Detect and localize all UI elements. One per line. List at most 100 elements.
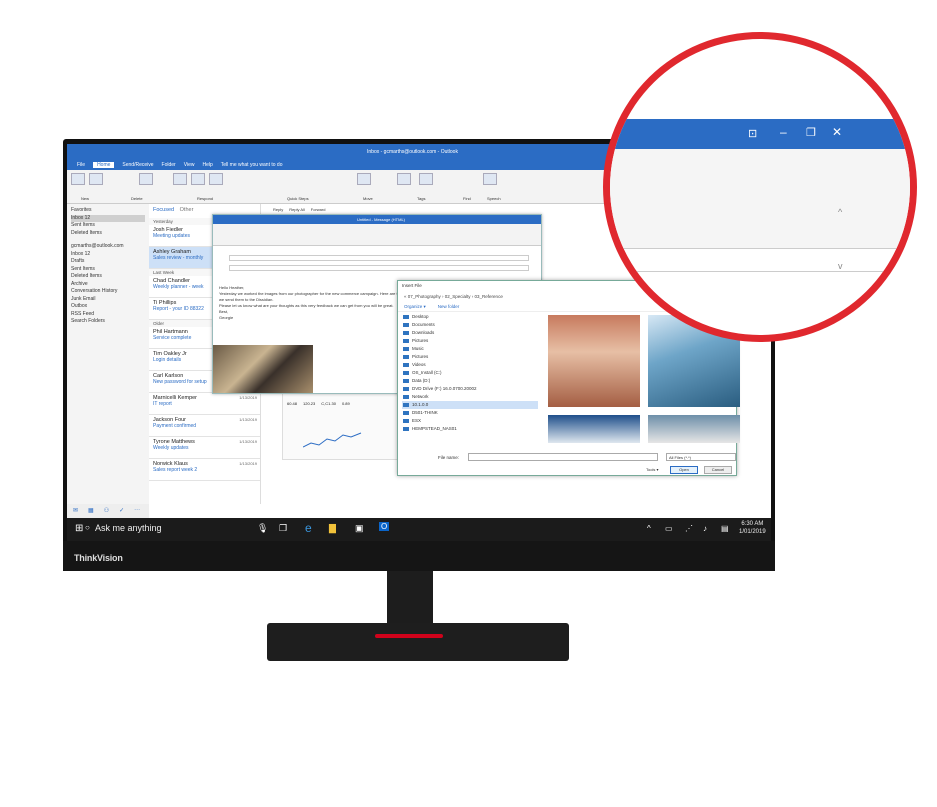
network-icon[interactable]: ⋰ [685, 524, 693, 533]
edge-icon[interactable]: e [305, 521, 312, 535]
tray-arrow-icon[interactable]: ^ [647, 524, 651, 533]
folder-item[interactable]: Drafts [71, 258, 145, 266]
list-item[interactable]: Jackson Four Payment confirmed 1/13/2019 [149, 415, 260, 437]
brand-logo: ThinkVision [74, 553, 123, 563]
folder-item[interactable]: Sent Items [71, 266, 145, 274]
folder-item[interactable]: Conversation History [71, 288, 145, 296]
tree-item[interactable]: Desktop [402, 313, 538, 321]
reply-button[interactable] [173, 173, 187, 185]
folder-item[interactable]: Inbox 12 [71, 214, 145, 222]
store-icon[interactable]: ▣ [355, 523, 364, 534]
tab-home[interactable]: Home [93, 162, 115, 168]
new-folder-button[interactable]: New folder [438, 304, 460, 310]
navigation-tree: Desktop Documents Downloads Pictures Mus… [402, 313, 538, 443]
stand-light-strip [375, 634, 443, 638]
tab-other[interactable]: Other [180, 207, 194, 213]
categorize-button[interactable] [419, 173, 433, 185]
forward-button[interactable] [209, 173, 223, 185]
tree-item[interactable]: OS_Install (C:) [402, 369, 538, 377]
folder-item[interactable]: Outbox [71, 303, 145, 311]
tree-item[interactable]: Network [402, 393, 538, 401]
volume-icon[interactable]: ♪ [703, 524, 707, 533]
folder-item[interactable]: Archive [71, 281, 145, 289]
folder-item[interactable]: Inbox 12 [71, 251, 145, 259]
restore-icon[interactable]: ❐ [806, 126, 816, 139]
collapse-ribbon-icon[interactable]: ^ [838, 207, 842, 217]
unread-button[interactable] [397, 173, 411, 185]
tab-file[interactable]: File [77, 162, 85, 168]
tree-item[interactable]: Pictures [402, 353, 538, 361]
clock[interactable]: 6:30 AM 1/01/2019 [739, 520, 766, 536]
to-field[interactable] [229, 255, 529, 261]
open-button[interactable]: Open [670, 466, 698, 474]
subject-field[interactable] [229, 265, 529, 271]
tell-me-search[interactable]: Tell me what you want to do [221, 162, 283, 168]
sheet-line-chart [303, 432, 362, 448]
tree-item[interactable]: HEMPSTEAD_NAS01 [402, 425, 538, 433]
cortana-icon[interactable]: ○ [85, 523, 90, 532]
outlook-icon[interactable]: O [379, 522, 390, 531]
subject: Sales report week 2 [153, 467, 198, 473]
new-items-button[interactable] [89, 173, 103, 185]
folder-item[interactable]: Sent Items [71, 222, 145, 230]
reply-action[interactable]: Reply [273, 207, 283, 212]
folder-item[interactable]: Deleted Items [71, 273, 145, 281]
read-aloud-button[interactable] [483, 173, 497, 185]
mail-icon[interactable]: ✉ [73, 507, 78, 515]
microphone-icon[interactable]: 🎙 [257, 523, 268, 534]
minimize-icon[interactable]: – [780, 125, 787, 139]
folder-item[interactable]: Search Folders [71, 318, 145, 326]
tree-item[interactable]: ESX [402, 417, 538, 425]
tree-item[interactable]: D501-THINK [402, 409, 538, 417]
tab-view[interactable]: View [184, 162, 195, 168]
tree-item[interactable]: Documents [402, 321, 538, 329]
new-email-button[interactable] [71, 173, 85, 185]
reply-all-action[interactable]: Reply All [289, 207, 305, 212]
tab-focused[interactable]: Focused [153, 207, 174, 213]
tree-item[interactable]: Pictures [402, 337, 538, 345]
calendar-icon[interactable]: ▦ [88, 507, 94, 515]
tree-item[interactable]: DVD Drive (F:) 16.0.0700.20002 [402, 385, 538, 393]
task-view-icon[interactable]: ❐ [279, 523, 287, 534]
delete-button[interactable] [139, 173, 153, 185]
folder-item[interactable]: Deleted Items [71, 230, 145, 238]
folder-item[interactable]: Junk Email [71, 296, 145, 304]
folder-item[interactable]: Favorites [71, 207, 145, 215]
tree-item[interactable]: Data (D:) [402, 377, 538, 385]
tree-item[interactable]: Videos [402, 361, 538, 369]
list-item[interactable]: Norwick Klaus Sales report week 2 1/13/201… [149, 459, 260, 481]
tab-folder[interactable]: Folder [162, 162, 176, 168]
battery-icon[interactable]: ▭ [665, 524, 673, 533]
expand-icon[interactable]: v [838, 261, 843, 271]
forward-action[interactable]: Forward [311, 207, 326, 212]
image-thumbnail[interactable] [548, 415, 640, 443]
tree-item[interactable]: 10.1.0.0 [402, 401, 538, 409]
more-icon[interactable]: ··· [134, 507, 140, 515]
tasks-icon[interactable]: ✓ [119, 507, 124, 515]
search-box[interactable]: Ask me anything [95, 523, 162, 533]
organize-button[interactable]: Organize ▾ [404, 304, 426, 310]
list-item[interactable]: Marnicelli Kemper IT report 1/13/2019 [149, 393, 260, 415]
image-thumbnail[interactable] [548, 315, 640, 407]
tree-item[interactable]: Music [402, 345, 538, 353]
ribbon-display-options-icon[interactable]: ⊡ [748, 127, 757, 140]
move-button[interactable] [357, 173, 371, 185]
tree-item[interactable]: Downloads [402, 329, 538, 337]
file-name-row: File name: All Files (*.*) [438, 453, 738, 463]
folder-item[interactable]: RSS Feed [71, 311, 145, 319]
folder-item[interactable]: gcmarths@outlook.com [71, 243, 145, 251]
tab-help[interactable]: Help [202, 162, 212, 168]
tools-menu[interactable]: Tools ▾ [646, 467, 658, 472]
file-explorer-icon[interactable]: ▇ [329, 523, 336, 534]
start-button[interactable]: ⊞ [75, 523, 83, 534]
people-icon[interactable]: ⚇ [104, 507, 109, 515]
list-item[interactable]: Tyrone Matthews Weekly updates 1/13/2019 [149, 437, 260, 459]
notification-icon[interactable]: ▤ [721, 524, 729, 533]
file-type-select[interactable]: All Files (*.*) [666, 453, 736, 461]
close-icon[interactable]: ✕ [832, 125, 842, 139]
cancel-button[interactable]: Cancel [704, 466, 732, 474]
file-name-input[interactable] [468, 453, 658, 461]
tab-send-receive[interactable]: Send/Receive [122, 162, 153, 168]
reply-all-button[interactable] [191, 173, 205, 185]
image-thumbnail[interactable] [648, 415, 740, 443]
